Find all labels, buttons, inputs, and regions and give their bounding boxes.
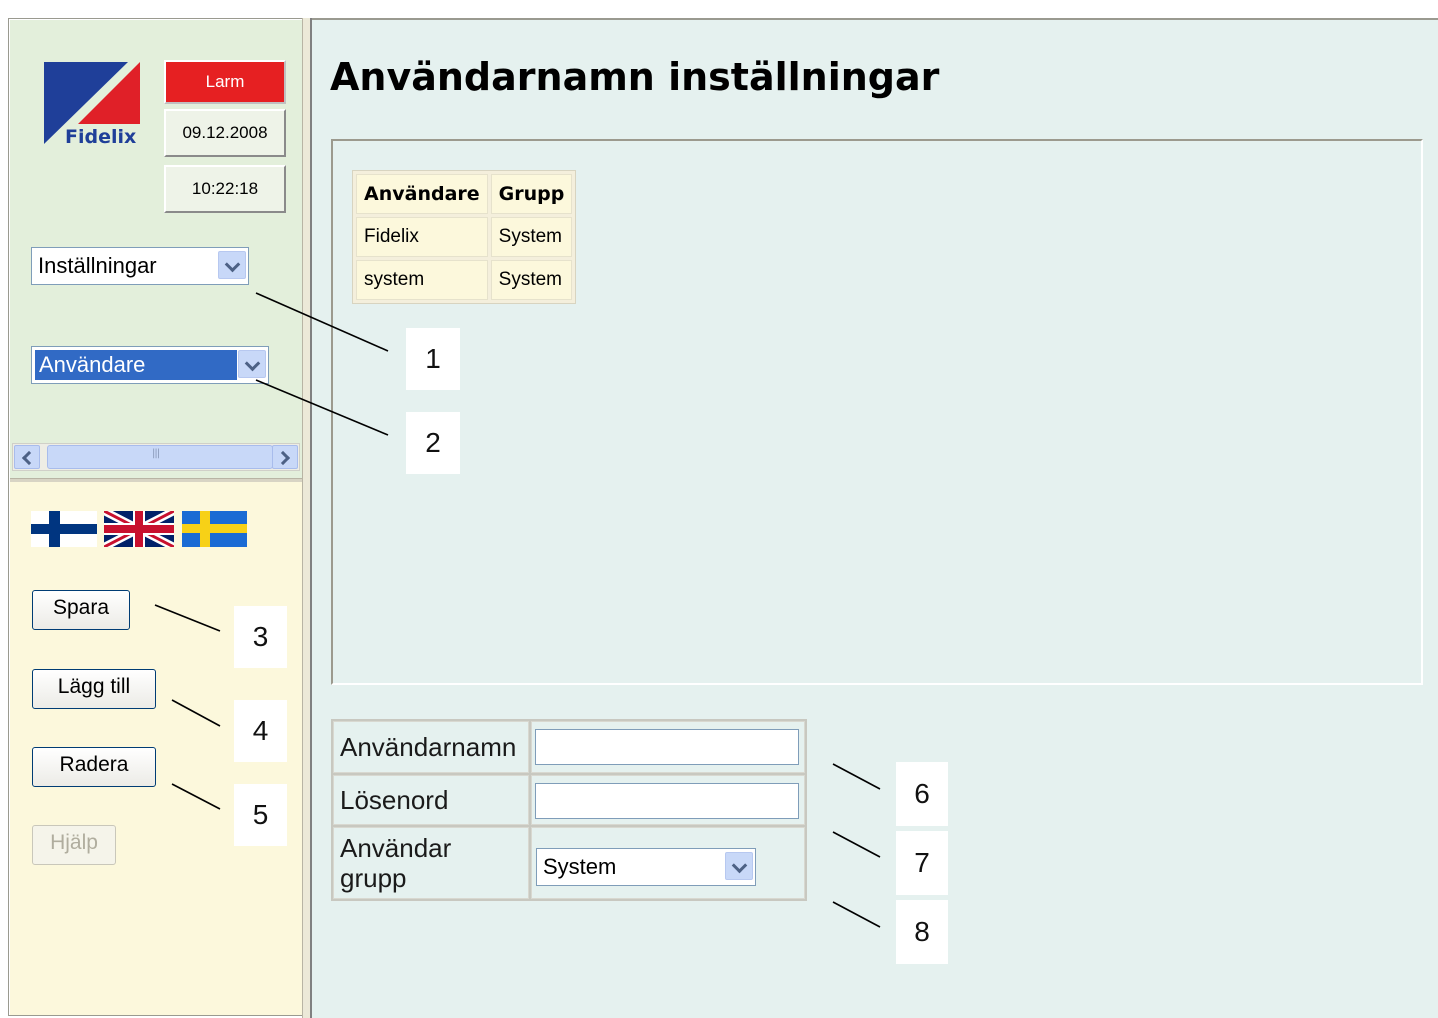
cell-group[interactable]: System	[490, 260, 573, 300]
callout-number: 7	[896, 831, 948, 895]
callout-number: 2	[406, 412, 460, 474]
user-group-select[interactable]: System	[536, 848, 756, 886]
column-header-group[interactable]: Grupp	[490, 174, 573, 214]
table-row[interactable]: system System	[356, 260, 573, 300]
group-label: Användar grupp	[333, 827, 529, 899]
horizontal-scrollbar[interactable]	[12, 443, 300, 471]
password-cell	[531, 775, 805, 825]
cell-group[interactable]: System	[490, 217, 573, 257]
scroll-thumb[interactable]	[47, 445, 273, 469]
callout-number: 4	[234, 700, 287, 762]
submenu-select[interactable]: Användare	[31, 346, 269, 384]
user-table: Användare Grupp Fidelix System system Sy…	[352, 170, 577, 304]
alarm-indicator[interactable]: Larm	[164, 60, 286, 104]
scroll-left-icon[interactable]	[14, 445, 40, 469]
cell-user[interactable]: system	[356, 260, 488, 300]
logo-text: Fidelix	[65, 126, 137, 148]
user-group-select-value: System	[543, 854, 617, 879]
uk-flag-icon[interactable]	[104, 511, 174, 547]
swedish-flag-icon[interactable]	[182, 511, 247, 547]
finnish-flag-icon[interactable]	[31, 511, 97, 547]
table-header-row: Användare Grupp	[356, 174, 573, 214]
callout-number: 8	[896, 900, 948, 964]
callout-number: 5	[234, 784, 287, 846]
date-display: 09.12.2008	[164, 109, 286, 157]
group-label-line2: grupp	[340, 863, 407, 893]
chevron-down-icon[interactable]	[725, 852, 753, 880]
delete-button[interactable]: Radera	[32, 747, 156, 787]
menu-select[interactable]: Inställningar	[31, 247, 249, 285]
password-input[interactable]	[535, 783, 799, 819]
username-cell	[531, 721, 805, 773]
help-button: Hjälp	[32, 825, 116, 865]
cell-user[interactable]: Fidelix	[356, 217, 488, 257]
callout-number: 3	[234, 606, 287, 668]
add-button[interactable]: Lägg till	[32, 669, 156, 709]
group-label-line1: Användar	[340, 833, 452, 863]
callout-number: 1	[406, 328, 460, 390]
scroll-right-icon[interactable]	[272, 445, 298, 469]
chevron-down-icon[interactable]	[238, 350, 266, 378]
page-title: Användarnamn inställningar	[330, 55, 940, 99]
fidelix-logo: Fidelix	[44, 62, 154, 152]
save-button[interactable]: Spara	[32, 590, 130, 630]
password-label: Lösenord	[333, 775, 529, 825]
username-input[interactable]	[535, 729, 799, 765]
submenu-select-value: Användare	[35, 350, 237, 380]
column-header-user[interactable]: Användare	[356, 174, 488, 214]
username-label: Användarnamn	[333, 721, 529, 773]
menu-select-value: Inställningar	[38, 253, 157, 278]
table-row[interactable]: Fidelix System	[356, 217, 573, 257]
chevron-down-icon[interactable]	[218, 251, 246, 279]
callout-number: 6	[896, 762, 948, 826]
time-display: 10:22:18	[164, 165, 286, 213]
frame-splitter[interactable]	[302, 18, 312, 1018]
